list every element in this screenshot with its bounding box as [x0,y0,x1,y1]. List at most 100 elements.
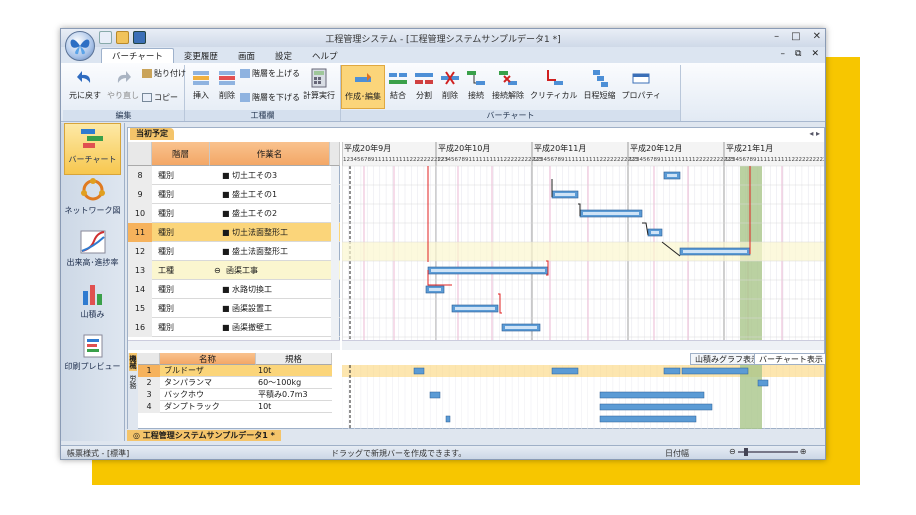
gantt-bar-highlight [431,269,545,272]
level-down-button[interactable]: 階層を下げる [240,92,300,103]
level-down-label: 階層を下げる [252,93,300,102]
table-row[interactable]: 12種別盛土法面整形工m■ [128,242,340,261]
cell-no: 16 [128,318,152,337]
bar-chart-view-button[interactable]: バーチャート表示 [754,353,825,365]
resource-row[interactable]: 3 バックホウ 平積み0.7m3 [138,389,332,401]
tab-settings[interactable]: 設定 [265,49,302,63]
paste-button[interactable]: 貼り付け [142,68,186,79]
copy-label: コピー [154,93,178,102]
gantt-bar-highlight [583,212,639,215]
table-row[interactable]: 10種別盛土工その2m■ [128,204,340,223]
resource-cell-spec: 10t [258,402,272,411]
table-row[interactable]: 15種別函渠設置工m■ [128,299,340,318]
cell-level: 種別 [158,304,174,313]
close-icon[interactable]: ✕ [813,31,821,42]
remove-bar-icon [440,68,460,88]
insert-row-icon [191,68,211,88]
zoom-track[interactable] [737,447,798,456]
copy-button[interactable]: コピー [142,92,186,103]
resource-gantt: 山積みグラフ表示 バーチャート表示 [341,353,825,429]
resource-bar [757,379,769,387]
process-group: 挿入 削除 階層を上げる 階層を下げる 計算実行 工種欄 [185,65,341,121]
process-group-label: 工種欄 [185,110,340,121]
gantt-bar-highlight [683,250,747,253]
table-vscroll[interactable] [331,166,339,340]
nav-item-progress-curve[interactable]: 出来高･進捗率 [61,227,124,279]
header-level[interactable]: 階層 [152,142,210,166]
nav-item-print-preview[interactable]: 印刷プレビュー [61,331,124,383]
property-label: プロパティ [621,91,662,100]
resource-row[interactable]: 1 ブルドーザ 10t [138,365,332,377]
document-tab[interactable]: 当初予定 [130,128,174,140]
nav-list: バーチャート ネットワーク図 出来高･進捗率 山積み 印刷プレビュー [61,123,124,383]
cell-no: 13 [128,261,152,280]
table-row[interactable]: 9種別盛土工その1m■ [128,185,340,204]
header-task-name[interactable]: 作業名 [210,142,330,166]
resource-bar [599,403,713,411]
bottom-document-tab[interactable]: ◎ 工程管理システムサンプルデータ1 * [127,430,281,441]
table-row[interactable]: 8種別切土工その3m■ [128,166,340,185]
tab-scroll-arrows[interactable]: ◂ ▸ [809,129,820,138]
doc-minimize-icon[interactable]: – [781,49,786,59]
redo-label: やり直し [107,91,139,100]
resource-row[interactable]: 4 ダンプトラック 10t [138,401,332,413]
resource-bar [599,415,697,423]
connect-icon [466,68,486,88]
app-window: 工程管理システム - [工程管理システムサンプルデータ1 *] – □ ✕ バー… [60,28,826,460]
stack-graph-button[interactable]: 山積みグラフ表示 [690,353,764,365]
maximize-icon[interactable]: □ [791,31,800,42]
doc-close-icon[interactable]: ✕ [811,49,819,59]
bullet-icon: ■ [222,304,230,313]
resource-cell-name: バックホウ [164,390,204,399]
zoom-slider[interactable]: ⊖ ⊕ [729,447,806,456]
tab-history[interactable]: 変更履歴 [174,49,228,63]
level-up-button[interactable]: 階層を上げる [240,68,300,79]
cell-no: 15 [128,299,152,318]
side-tab-labor[interactable]: 労務 [129,373,137,391]
zoom-in-icon[interactable]: ⊕ [800,447,807,456]
nav-item-bar-chart[interactable]: バーチャート [64,123,121,175]
minimize-icon[interactable]: – [774,31,779,42]
gantt-hscroll[interactable] [342,340,824,350]
day-scale-label: 123456789111111111122222222223 [725,157,824,163]
cell-level: 種別 [158,228,174,237]
nav-item-network[interactable]: ネットワーク図 [61,175,124,227]
tab-barchart[interactable]: バーチャート [101,48,174,63]
level-up-label: 階層を上げる [252,69,300,78]
resource-cell-spec: 平積み0.7m3 [258,390,308,399]
dependency-arrow [578,203,581,216]
zoom-out-icon[interactable]: ⊖ [729,447,736,456]
table-row[interactable]: 14種別水路切換工m■ [128,280,340,299]
table-row[interactable]: 16種別函渠撤壁工箇■ [128,318,340,337]
level-up-icon [240,69,250,78]
month-label: 平成20年12月 [630,143,682,153]
resource-bar [551,367,579,375]
resource-cell-name: タンパランマ [164,378,212,387]
join-label: 結合 [390,91,406,100]
resource-header-spec[interactable]: 規格 [256,353,332,365]
resource-header-name[interactable]: 名称 [160,353,256,365]
side-tab-machine[interactable]: 機械 [129,353,137,371]
create-edit-button[interactable]: 作成･編集 [341,65,385,109]
print-preview-icon [79,333,107,359]
table-hscroll[interactable] [128,340,340,350]
cell-no: 9 [128,185,152,204]
zoom-thumb[interactable] [743,447,748,456]
collapse-icon[interactable]: ⊖ [214,261,224,280]
nav-item-stack-chart[interactable]: 山積み [61,279,124,331]
resource-cell-spec: 10t [258,366,272,375]
app-menu-button[interactable] [65,31,95,61]
resource-row[interactable]: 2 タンパランマ 60～100kg [138,377,332,389]
bullet-icon: ■ [222,285,230,294]
tab-screen[interactable]: 画面 [228,49,265,63]
split-bar-icon [414,68,434,88]
resource-bar [429,391,441,399]
tab-help[interactable]: ヘルプ [302,49,348,63]
table-row[interactable]: 13 工種 函渠工事 ⊖ [128,261,340,280]
table-row[interactable]: 11種別切土法面整形工m■ [128,223,340,242]
bullet-icon: ■ [222,190,230,199]
doc-restore-icon[interactable]: ⧉ [795,49,801,59]
bullet-icon: ■ [222,247,230,256]
cell-no: 12 [128,242,152,261]
cell-level: 種別 [158,247,174,256]
